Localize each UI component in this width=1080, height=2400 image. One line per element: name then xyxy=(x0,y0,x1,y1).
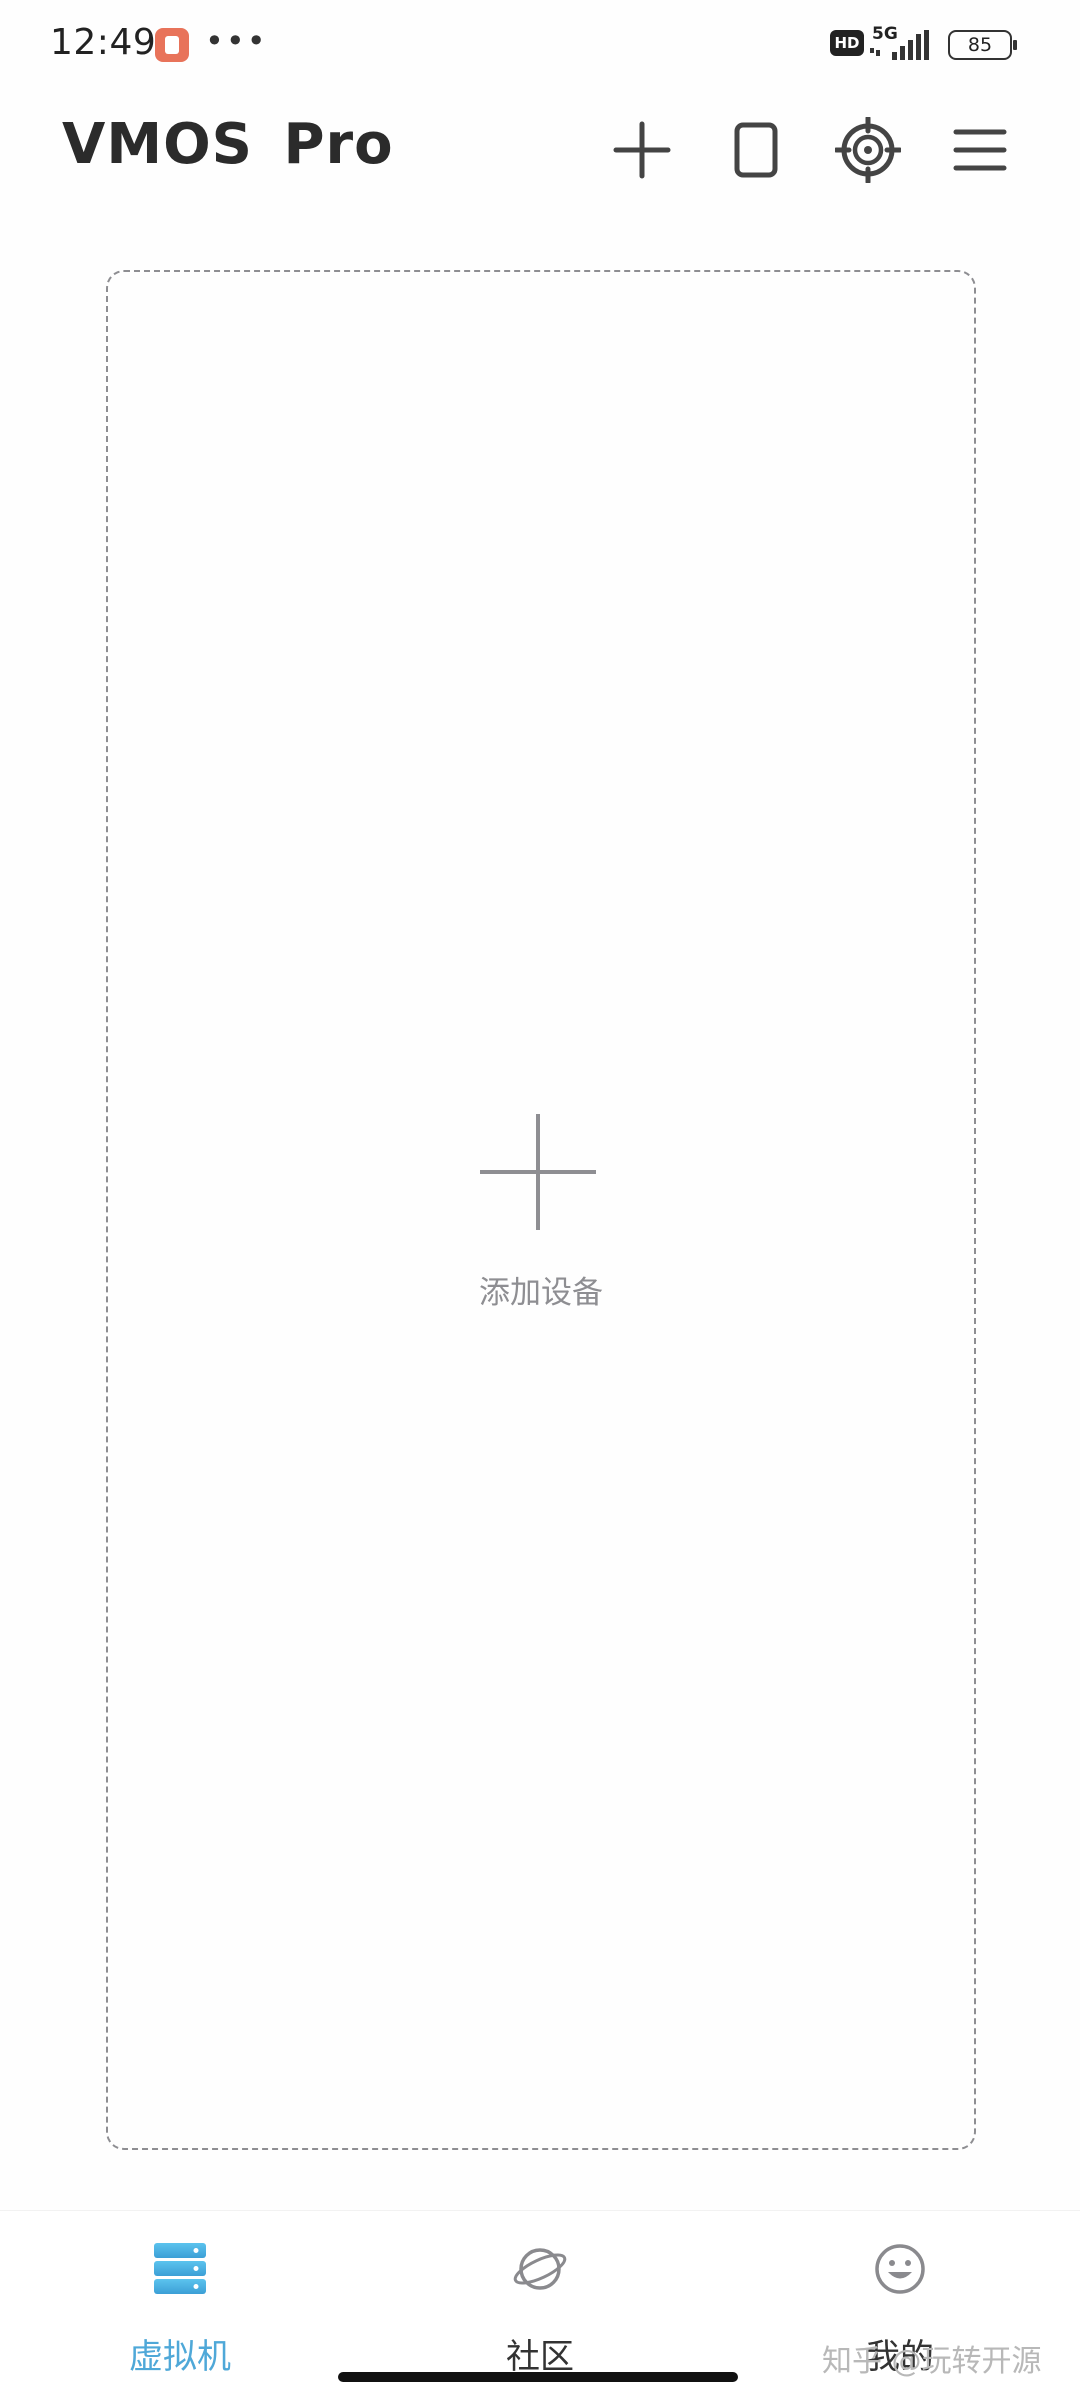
app-notification-icon xyxy=(155,28,189,62)
app-screen: 12:49 ••• HD 5G 85 VMOS Pro 添加设备 虚拟机 社区 … xyxy=(0,0,1080,2400)
planet-icon xyxy=(513,2248,567,2290)
add-device-plus-icon xyxy=(480,1114,596,1230)
status-time: 12:49 xyxy=(50,22,157,63)
nav-item-virtual-machine[interactable]: 虚拟机 xyxy=(60,2241,300,2377)
add-device-label: 添加设备 xyxy=(479,1275,603,1311)
add-button[interactable] xyxy=(602,110,682,190)
signal-icon xyxy=(870,30,929,60)
menu-button[interactable] xyxy=(940,110,1020,190)
smiley-icon xyxy=(875,2244,925,2294)
battery-level: 85 xyxy=(967,34,993,56)
nav-item-community[interactable]: 社区 xyxy=(420,2241,660,2377)
menu-icon xyxy=(953,129,1007,171)
nav-label-virtual-machine: 虚拟机 xyxy=(129,2337,231,2377)
window-button[interactable] xyxy=(716,110,796,190)
crosshair-icon xyxy=(835,117,901,183)
hd-badge: HD xyxy=(830,30,864,56)
add-device-card[interactable]: 添加设备 xyxy=(106,270,976,2150)
server-icon xyxy=(154,2243,206,2294)
add-icon xyxy=(613,121,671,179)
nav-label-community: 社区 xyxy=(506,2337,574,2377)
app-title: VMOS Pro xyxy=(62,112,394,177)
more-notifications-icon: ••• xyxy=(205,22,268,60)
battery-icon: 85 xyxy=(948,30,1017,60)
crosshair-button[interactable] xyxy=(828,110,908,190)
window-icon xyxy=(734,122,778,178)
watermark: 知乎 @玩转开源 xyxy=(822,2344,1042,2379)
home-indicator[interactable] xyxy=(338,2372,738,2382)
status-bar: 12:49 ••• HD 5G 85 xyxy=(0,0,1080,90)
